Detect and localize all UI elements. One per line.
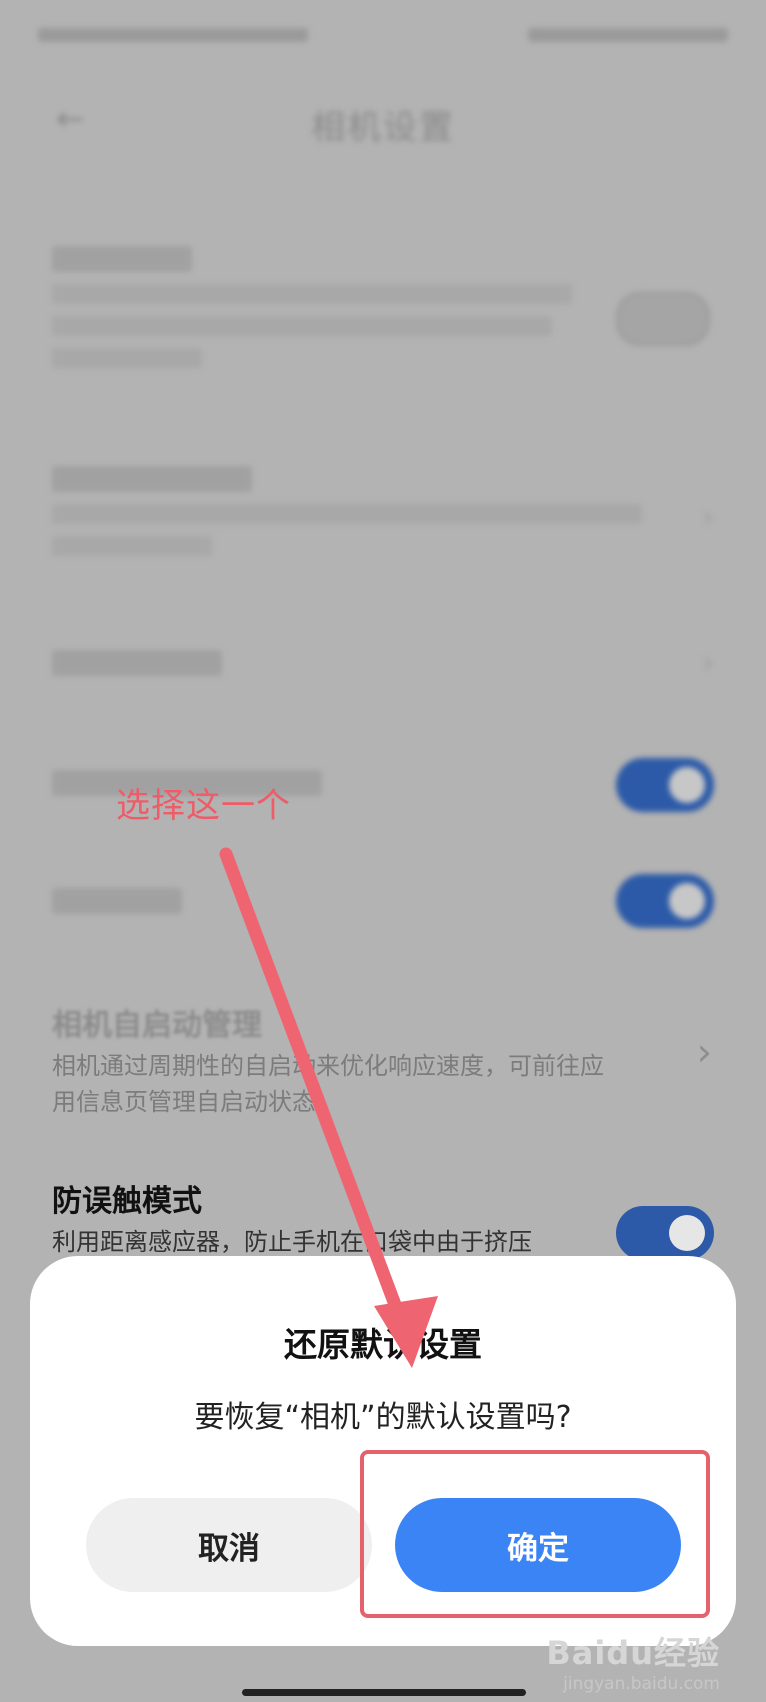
blurred-setting-2 (52, 466, 652, 556)
annotation-label: 选择这一个 (116, 786, 291, 826)
mistouch-toggle[interactable] (616, 1206, 714, 1260)
blurred-setting-5 (52, 888, 212, 914)
page-title: 相机设置 (311, 108, 455, 148)
setting-subtitle-line1: 相机通过周期性的自启动来优化响应速度，可前往应 (52, 1052, 604, 1080)
cancel-button[interactable]: 取消 (86, 1498, 372, 1592)
home-indicator[interactable] (242, 1689, 526, 1696)
watermark-logo: Baidu经验 (546, 1634, 720, 1672)
blurred-chevron-1-icon: › (702, 500, 714, 535)
chevron-right-icon: › (696, 1030, 712, 1074)
baidu-watermark: Baidu经验 jingyan.baidu.com (546, 1628, 720, 1694)
setting-subtitle: 利用距离感应器，防止手机在口袋中由于挤压 (52, 1228, 532, 1256)
blurred-chevron-2-icon: › (702, 646, 714, 681)
annotation-highlight-box (360, 1450, 710, 1618)
watermark-url: jingyan.baidu.com (563, 1674, 720, 1694)
setting-camera-autostart[interactable]: 相机自启动管理 相机通过周期性的自启动来优化响应速度，可前往应 用信息页管理自启… (52, 1000, 692, 1120)
setting-subtitle-line2: 用信息页管理自启动状态 (52, 1088, 316, 1116)
setting-mistouch-mode[interactable]: 防误触模式 利用距离感应器，防止手机在口袋中由于挤压 (52, 1176, 692, 1260)
status-bar (38, 28, 728, 48)
status-left-icons (38, 28, 308, 42)
blurred-toggle-2[interactable] (616, 758, 714, 812)
blurred-setting-3 (52, 650, 252, 676)
dialog-title: 还原默认设置 (284, 1325, 482, 1364)
status-right-icons (528, 28, 728, 42)
blurred-toggle-3[interactable] (616, 874, 714, 928)
setting-title: 相机自启动管理 (52, 1008, 262, 1043)
dialog-message: 要恢复“相机”的默认设置吗? (194, 1400, 572, 1435)
setting-title: 防误触模式 (52, 1184, 202, 1219)
blurred-setting-1 (52, 246, 592, 368)
blurred-toggle-1[interactable] (616, 292, 710, 346)
